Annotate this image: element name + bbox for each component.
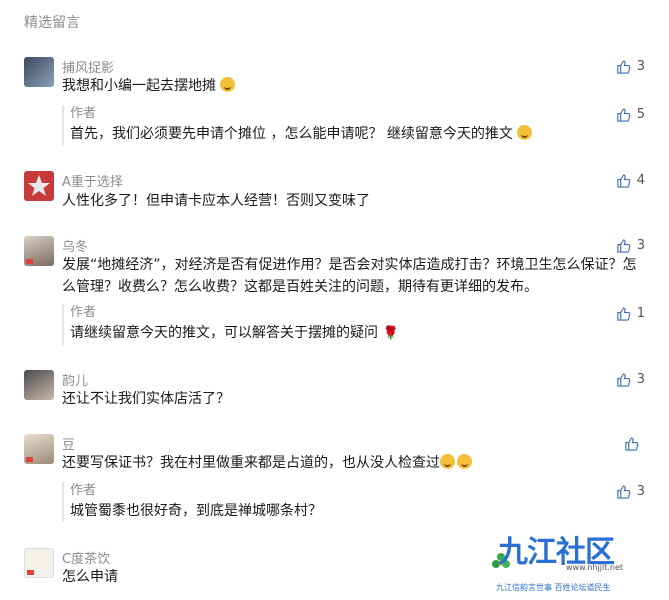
like-count: 3 [636, 372, 645, 387]
reply-author: 作者 [70, 106, 97, 121]
avatar[interactable] [24, 236, 54, 266]
like-count: 3 [636, 484, 645, 499]
comment-text: 还要写保证书？我在村里做重来都是占道的，也从没人检查过 [62, 452, 642, 474]
avatar[interactable] [24, 548, 54, 578]
reply-author: 作者 [70, 305, 97, 320]
smile-emoji-icon [457, 454, 472, 469]
comment-text: 人性化多了！但申请卡应本人经营！否则又变味了 [62, 193, 370, 209]
like-button[interactable]: 3 [616, 372, 645, 387]
smile-emoji-icon [220, 77, 236, 92]
comment-author[interactable]: A重于选择 [62, 171, 123, 190]
author-reply: 作者 首先，我们必须要先申请个摊位 ，怎么能申请呢？ 继续留意今天的推文 [62, 105, 645, 145]
comment-text: 我想和小编一起去摆地摊 [62, 75, 642, 97]
smile-emoji-icon [517, 125, 533, 140]
reply-text: 首先，我们必须要先申请个摊位 ，怎么能申请呢？ 继续留意今天的推文 [70, 123, 645, 145]
watermark-slogan: 九江信韵言世事 百姓论坛道民生 [496, 583, 611, 592]
like-count: 4 [636, 173, 645, 188]
comment-author[interactable]: C度茶饮 [62, 548, 110, 567]
comment-author[interactable]: 韵儿 [62, 370, 88, 389]
like-count: 3 [636, 59, 645, 74]
avatar[interactable] [24, 57, 54, 87]
like-count: 5 [636, 107, 645, 122]
comment-author[interactable]: 乌冬 [62, 236, 88, 255]
thumbs-up-icon [625, 437, 639, 451]
thumbs-up-icon [617, 174, 630, 188]
avatar[interactable] [24, 370, 54, 400]
like-button[interactable]: 3 [616, 238, 645, 253]
star-icon [28, 175, 50, 196]
author-reply: 作者 请继续留意今天的推文，可以解答关于摆摊的疑问 🌹 [62, 304, 645, 345]
comment-text: 发展“地摊经济”，对经济是否有促进作用？是否会对实体店造成打击？环境卫生怎么保证… [62, 257, 637, 295]
rose-emoji-icon: 🌹 [382, 326, 399, 341]
comment-text: 还让不让我们实体店活了？ [62, 391, 230, 407]
thumbs-up-icon [617, 60, 630, 74]
comment-author[interactable]: 豆 [62, 434, 75, 453]
watermark-url: www.nhjjlt.net [566, 563, 624, 572]
avatar[interactable] [24, 434, 54, 464]
reply-text: 城管蜀黍也很好奇，到底是禅城哪条村？ [70, 503, 322, 519]
like-button[interactable] [624, 436, 645, 451]
avatar[interactable] [24, 171, 54, 201]
reply-like-button[interactable]: 5 [616, 107, 645, 122]
reply-text: 请继续留意今天的推文，可以解答关于摆摊的疑问 🌹 [70, 325, 399, 341]
comment-author[interactable]: 捕风捉影 [62, 57, 114, 76]
thumbs-up-icon [617, 373, 630, 387]
like-count: 3 [636, 238, 645, 253]
author-reply: 作者 城管蜀黍也很好奇，到底是禅城哪条村？ [62, 482, 645, 522]
reply-author: 作者 [70, 483, 97, 498]
thumbs-up-icon [617, 239, 630, 253]
thumbs-up-icon [617, 108, 630, 122]
thumbs-up-icon [617, 307, 630, 321]
thumbs-up-icon [617, 485, 630, 499]
like-count: 1 [636, 306, 645, 321]
grin-emoji-icon [440, 454, 455, 469]
like-button[interactable]: 4 [616, 173, 645, 188]
reply-like-button[interactable]: 3 [616, 484, 645, 499]
site-watermark: 九江社区 www.nhjjlt.net 九江信韵言世事 百姓论坛道民生 [490, 527, 665, 597]
section-title: 精选留言 [24, 15, 80, 31]
reply-like-button[interactable]: 1 [616, 306, 645, 321]
like-button[interactable]: 3 [616, 59, 645, 74]
